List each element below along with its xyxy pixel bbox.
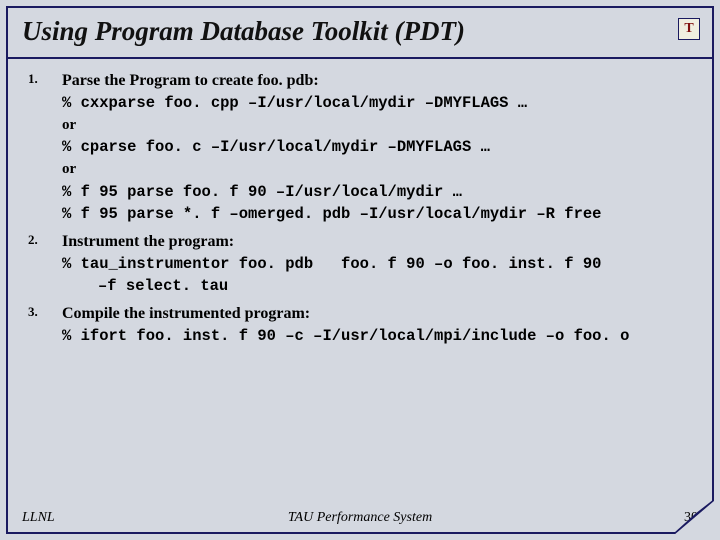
content-area: 1. Parse the Program to create foo. pdb:… (8, 59, 712, 347)
step-heading: Instrument the program: (62, 230, 692, 253)
title-bar: Using Program Database Toolkit (PDT) (8, 8, 712, 59)
tau-logo: T (678, 18, 700, 40)
tau-logo-letter: T (684, 21, 693, 37)
command-line: % tau_instrumentor foo. pdb foo. f 90 –o… (62, 253, 692, 275)
or-connector: or (62, 159, 692, 181)
footer: LLNL TAU Performance System 30 (22, 510, 698, 526)
step-body: Parse the Program to create foo. pdb: % … (62, 69, 692, 226)
step-body: Compile the instrumented program: % ifor… (62, 302, 692, 348)
slide-frame: Using Program Database Toolkit (PDT) T 1… (6, 6, 714, 534)
command-line: % ifort foo. inst. f 90 –c –I/usr/local/… (62, 325, 692, 347)
command-line: % cparse foo. c –I/usr/local/mydir –DMYF… (62, 136, 692, 158)
step-number: 3. (28, 302, 62, 320)
page-number: 30 (684, 510, 698, 526)
command-line: % f 95 parse *. f –omerged. pdb –I/usr/l… (62, 203, 692, 225)
step-number: 1. (28, 69, 62, 87)
step-1: 1. Parse the Program to create foo. pdb:… (28, 69, 692, 226)
or-connector: or (62, 115, 692, 137)
slide-title: Using Program Database Toolkit (PDT) (22, 16, 698, 47)
step-2: 2. Instrument the program: % tau_instrum… (28, 230, 692, 298)
step-body: Instrument the program: % tau_instrument… (62, 230, 692, 298)
step-heading: Parse the Program to create foo. pdb: (62, 69, 692, 92)
step-3: 3. Compile the instrumented program: % i… (28, 302, 692, 348)
command-line: % f 95 parse foo. f 90 –I/usr/local/mydi… (62, 181, 692, 203)
command-line: % cxxparse foo. cpp –I/usr/local/mydir –… (62, 92, 692, 114)
command-line: –f select. tau (98, 275, 692, 297)
footer-center: TAU Performance System (22, 510, 698, 526)
step-number: 2. (28, 230, 62, 248)
step-heading: Compile the instrumented program: (62, 302, 692, 325)
